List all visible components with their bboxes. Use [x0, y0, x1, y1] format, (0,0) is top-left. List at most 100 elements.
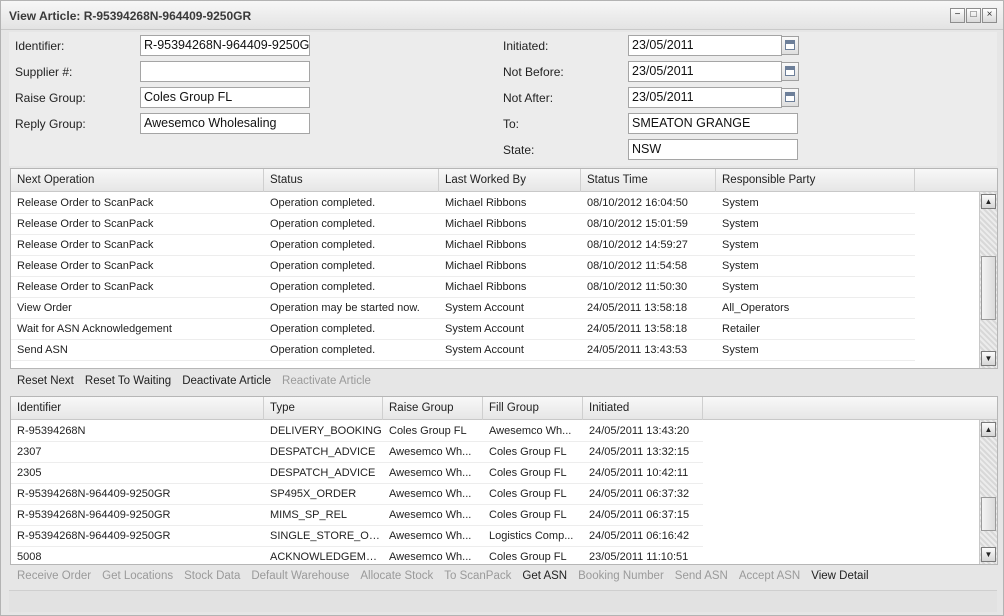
documents-grid-scrollbar[interactable]: ▲ ▼ — [979, 420, 997, 564]
cell-last-worked-by: Michael Ribbons — [445, 197, 527, 209]
column-header-initiated[interactable]: Initiated — [583, 397, 703, 420]
reset-to-waiting-button[interactable]: Reset To Waiting — [85, 375, 171, 387]
state-label: State: — [503, 143, 535, 157]
cell-next-operation: View Order — [17, 302, 72, 314]
cell-last-worked-by: System Account — [445, 302, 524, 314]
column-header-raise-group[interactable]: Raise Group — [383, 397, 483, 420]
table-row[interactable]: View Order Operation may be started now. S… — [11, 298, 915, 319]
cell-status: Operation completed. — [270, 197, 376, 209]
cell-responsible-party: System — [722, 218, 759, 230]
get-asn-button[interactable]: Get ASN — [522, 570, 567, 582]
booking-number-button[interactable]: Booking Number — [578, 570, 664, 582]
cell-next-operation: Release Order to ScanPack — [17, 239, 154, 251]
cell-raise-group: Awesemco Wh... — [389, 551, 472, 563]
stock-data-button[interactable]: Stock Data — [184, 570, 240, 582]
column-header-status[interactable]: Status — [264, 169, 439, 192]
cell-type: DELIVERY_BOOKING — [270, 425, 382, 437]
not-after-date-field[interactable]: 23/05/2011 — [628, 87, 782, 108]
scroll-down-arrow-icon[interactable]: ▼ — [981, 351, 996, 366]
column-header-responsible-party[interactable]: Responsible Party — [716, 169, 915, 192]
table-row[interactable]: Release Order to ScanPack Operation compl… — [11, 193, 915, 214]
column-header-fill-group[interactable]: Fill Group — [483, 397, 583, 420]
cell-responsible-party: System — [722, 281, 759, 293]
send-asn-button[interactable]: Send ASN — [675, 570, 728, 582]
cell-fill-group: Awesemco Wh... — [489, 425, 572, 437]
not-before-date-field[interactable]: 23/05/2011 — [628, 61, 782, 82]
cell-type: ACKNOWLEDGEMENT — [270, 551, 383, 563]
deactivate-article-button[interactable]: Deactivate Article — [182, 375, 271, 387]
receive-order-button[interactable]: Receive Order — [17, 570, 91, 582]
cell-status: Operation completed. — [270, 218, 376, 230]
reactivate-article-button[interactable]: Reactivate Article — [282, 375, 371, 387]
close-button[interactable]: × — [982, 8, 997, 23]
status-bar — [9, 590, 997, 612]
table-row[interactable]: 5008 ACKNOWLEDGEMENT Awesemco Wh... Coles G… — [11, 547, 703, 564]
table-row[interactable]: Release Order to ScanPack Operation compl… — [11, 256, 915, 277]
table-row[interactable]: Release Order to ScanPack Operation compl… — [11, 277, 915, 298]
minimize-button[interactable]: − — [950, 8, 965, 23]
cell-fill-group: Logistics Comp... — [489, 530, 574, 542]
operations-grid-scrollbar[interactable]: ▲ ▼ — [979, 192, 997, 368]
column-header-identifier[interactable]: Identifier — [11, 397, 264, 420]
reply-group-field[interactable]: Awesemco Wholesaling — [140, 113, 310, 134]
scroll-down-arrow-icon[interactable]: ▼ — [981, 547, 996, 562]
table-row[interactable]: R-95394268N-964409-9250GR SP495X_ORDER Awe… — [11, 484, 703, 505]
to-label: To: — [503, 117, 520, 131]
cell-status: Operation may be started now. — [270, 302, 420, 314]
scrollbar-thumb[interactable] — [981, 497, 996, 531]
column-header-last-worked-by[interactable]: Last Worked By — [439, 169, 581, 192]
cell-responsible-party: System — [722, 344, 759, 356]
cell-status: Operation completed. — [270, 323, 376, 335]
state-field[interactable]: NSW — [628, 139, 798, 160]
table-row[interactable]: Wait for ASN Acknowledgement Operation co… — [11, 319, 915, 340]
cell-status-time: 08/10/2012 16:04:50 — [587, 197, 688, 209]
cell-identifier: 2307 — [17, 446, 42, 458]
default-warehouse-button[interactable]: Default Warehouse — [251, 570, 349, 582]
cell-status: Operation completed. — [270, 344, 376, 356]
to-scanpack-button[interactable]: To ScanPack — [444, 570, 511, 582]
table-row[interactable]: R-95394268N-964409-9250GR SINGLE_STORE_OR… — [11, 526, 703, 547]
column-header-type[interactable]: Type — [264, 397, 383, 420]
cell-status: Operation completed. — [270, 239, 376, 251]
cell-initiated: 24/05/2011 13:32:15 — [589, 446, 690, 458]
table-row[interactable]: Send ASN Operation completed. System Accou… — [11, 340, 915, 361]
cell-status: Operation completed. — [270, 260, 376, 272]
raise-group-field[interactable]: Coles Group FL — [140, 87, 310, 108]
cell-next-operation: Release Order to ScanPack — [17, 260, 154, 272]
maximize-button[interactable]: □ — [966, 8, 981, 23]
initiated-label: Initiated: — [503, 39, 549, 53]
cell-last-worked-by: Michael Ribbons — [445, 218, 527, 230]
to-field[interactable]: SMEATON GRANGE — [628, 113, 798, 134]
initiated-date-field[interactable]: 23/05/2011 — [628, 35, 782, 56]
get-locations-button[interactable]: Get Locations — [102, 570, 173, 582]
not-after-calendar-button[interactable] — [781, 88, 799, 107]
cell-responsible-party: System — [722, 260, 759, 272]
scroll-up-arrow-icon[interactable]: ▲ — [981, 422, 996, 437]
cell-status-time: 24/05/2011 13:43:53 — [587, 344, 688, 356]
documents-toolbar: Receive Order Get Locations Stock Data Defa… — [17, 565, 992, 587]
cell-fill-group: Coles Group FL — [489, 467, 567, 479]
scrollbar-thumb[interactable] — [981, 256, 996, 320]
table-row[interactable]: Release Order to ScanPack Operation compl… — [11, 214, 915, 235]
initiated-calendar-button[interactable] — [781, 36, 799, 55]
table-row[interactable]: R-95394268N DELIVERY_BOOKING Coles Group F… — [11, 421, 703, 442]
view-detail-button[interactable]: View Detail — [811, 570, 868, 582]
column-header-next-operation[interactable]: Next Operation — [11, 169, 264, 192]
column-header-status-time[interactable]: Status Time — [581, 169, 716, 192]
cell-next-operation: Release Order to ScanPack — [17, 281, 154, 293]
reset-next-button[interactable]: Reset Next — [17, 375, 74, 387]
scroll-up-arrow-icon[interactable]: ▲ — [981, 194, 996, 209]
table-row[interactable]: 2307 DESPATCH_ADVICE Awesemco Wh... Coles G… — [11, 442, 703, 463]
cell-fill-group: Coles Group FL — [489, 551, 567, 563]
allocate-stock-button[interactable]: Allocate Stock — [360, 570, 433, 582]
table-row[interactable]: R-95394268N-964409-9250GR MIMS_SP_REL Awes… — [11, 505, 703, 526]
table-row[interactable]: 2305 DESPATCH_ADVICE Awesemco Wh... Coles G… — [11, 463, 703, 484]
not-before-calendar-button[interactable] — [781, 62, 799, 81]
cell-status-time: 08/10/2012 14:59:27 — [587, 239, 688, 251]
table-row[interactable]: Release Order to ScanPack Operation compl… — [11, 235, 915, 256]
identifier-field[interactable]: R-95394268N-964409-9250GR — [140, 35, 310, 56]
supplier-field[interactable] — [140, 61, 310, 82]
accept-asn-button[interactable]: Accept ASN — [739, 570, 800, 582]
cell-last-worked-by: Michael Ribbons — [445, 260, 527, 272]
cell-status-time: 24/05/2011 13:58:18 — [587, 323, 688, 335]
